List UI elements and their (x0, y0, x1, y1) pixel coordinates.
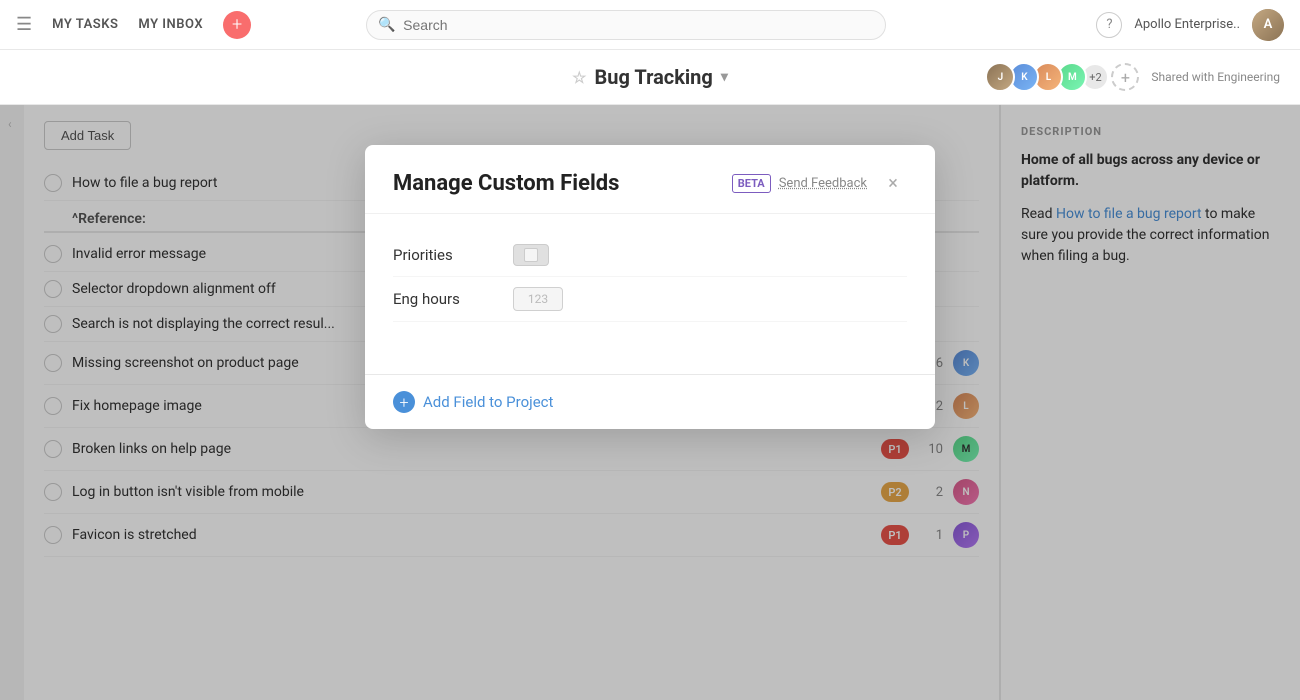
project-dropdown-icon[interactable]: ▾ (721, 69, 728, 85)
project-title: Bug Tracking (595, 65, 713, 89)
modal-body: Priorities Eng hours 123 (365, 214, 935, 374)
eng-hours-icon[interactable]: 123 (513, 287, 563, 311)
user-avatar[interactable]: A (1252, 9, 1284, 41)
modal-footer: + Add Field to Project (365, 374, 935, 429)
modal-close-button[interactable]: × (879, 169, 907, 197)
search-container: 🔍 (366, 10, 886, 40)
add-field-plus-icon: + (393, 391, 415, 413)
share-avatar-1: J (985, 62, 1015, 92)
share-add-button[interactable]: + (1111, 63, 1139, 91)
priorities-toggle[interactable] (513, 244, 549, 266)
project-title-container: ☆ Bug Tracking ▾ (572, 65, 728, 89)
field-row-eng-hours: Eng hours 123 (393, 277, 907, 322)
hamburger-icon[interactable]: ☰ (16, 14, 32, 35)
my-inbox-nav[interactable]: MY INBOX (138, 17, 203, 32)
add-field-label: Add Field to Project (423, 393, 553, 411)
modal-header: Manage Custom Fields BETA Send Feedback … (365, 145, 935, 214)
modal-overlay: Manage Custom Fields BETA Send Feedback … (0, 105, 1300, 700)
search-input[interactable] (366, 10, 886, 40)
help-button[interactable]: ? (1096, 12, 1122, 38)
my-tasks-nav[interactable]: MY TASKS (52, 17, 118, 32)
star-icon[interactable]: ☆ (572, 68, 586, 87)
create-plus-button[interactable]: + (223, 11, 251, 39)
nav-right: ? Apollo Enterprise.. A (1096, 9, 1284, 41)
manage-custom-fields-modal: Manage Custom Fields BETA Send Feedback … (365, 145, 935, 429)
top-nav: ☰ MY TASKS MY INBOX + 🔍 ? Apollo Enterpr… (0, 0, 1300, 50)
project-share: J K L M +2 + Shared with Engineering (987, 62, 1280, 92)
beta-badge[interactable]: BETA (732, 174, 771, 193)
field-label-priorities: Priorities (393, 246, 493, 264)
search-icon: 🔍 (378, 17, 395, 33)
shared-label: Shared with Engineering (1151, 70, 1280, 84)
send-feedback-button[interactable]: Send Feedback (779, 176, 867, 191)
toggle-inner (524, 248, 538, 262)
modal-title: Manage Custom Fields (393, 171, 732, 196)
org-name[interactable]: Apollo Enterprise.. (1134, 17, 1240, 32)
main-area: ‹ Add Task How to file a bug report ^Ref… (0, 105, 1300, 700)
add-field-button[interactable]: + Add Field to Project (393, 391, 553, 413)
project-header: ☆ Bug Tracking ▾ J K L M +2 + Shared wit… (0, 50, 1300, 105)
field-label-eng-hours: Eng hours (393, 290, 493, 308)
field-row-priorities: Priorities (393, 234, 907, 277)
